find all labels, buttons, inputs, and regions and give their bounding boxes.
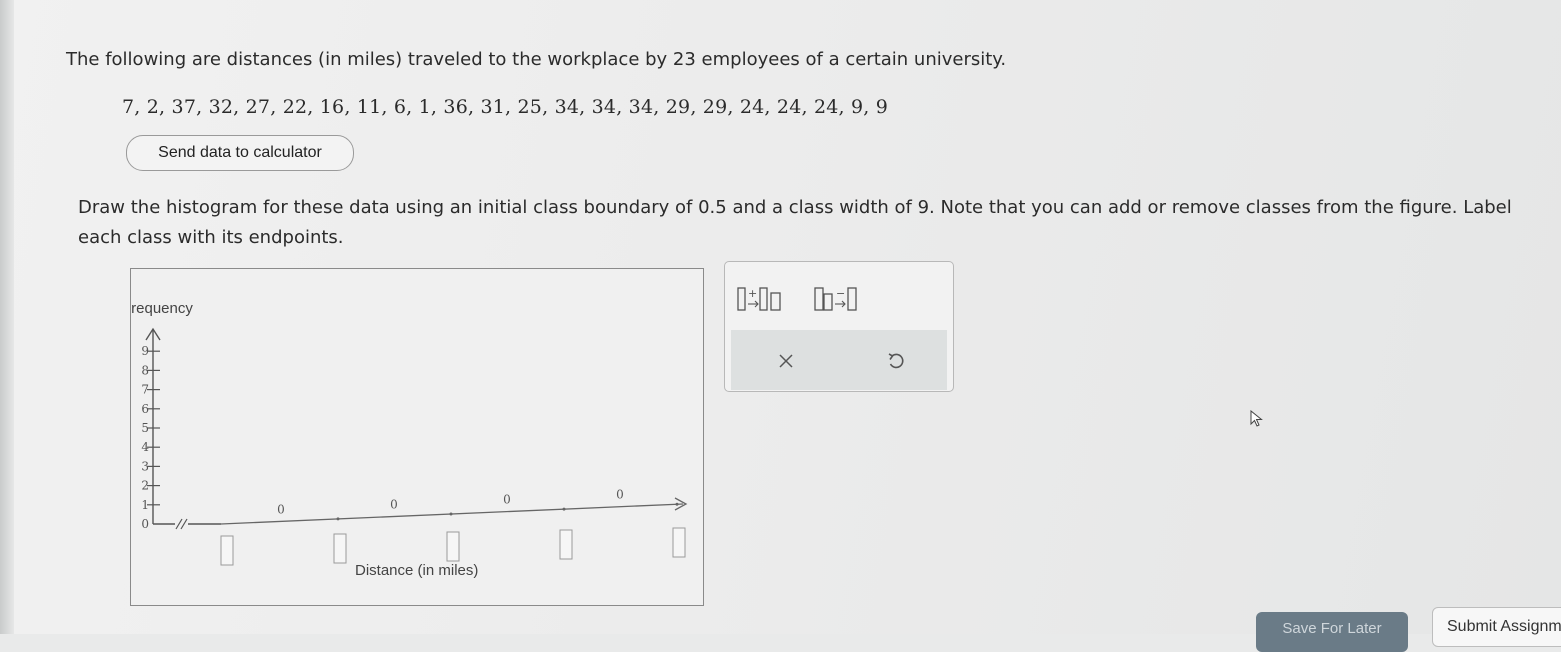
class-endpoint-input[interactable]	[333, 533, 347, 564]
y-ticks: 0 1 2 3 4 5 6 7 8 9	[141, 344, 160, 531]
add-class-icon: +	[737, 287, 781, 311]
class-boundary-point[interactable]	[336, 517, 340, 521]
undo-button[interactable]	[881, 346, 911, 376]
add-class-button[interactable]: +	[733, 284, 793, 316]
send-data-button[interactable]: Send data to calculator	[126, 135, 354, 171]
y-tick-label: 7	[141, 383, 149, 397]
y-tick-label: 9	[141, 344, 149, 358]
y-tick-label: 4	[141, 440, 149, 454]
remove-class-icon: −	[814, 287, 857, 311]
axis-break-2	[180, 518, 188, 530]
class-endpoint-input[interactable]	[220, 535, 234, 566]
axis-break-1	[175, 518, 183, 530]
question-intro: The following are distances (in miles) t…	[66, 49, 1007, 70]
undo-icon	[888, 353, 904, 369]
y-axis-label: Frequency	[131, 300, 193, 317]
y-tick-label: 2	[141, 479, 149, 493]
class-frequency-label[interactable]: 0	[390, 498, 398, 512]
class-frequency-label[interactable]: 0	[277, 502, 285, 516]
y-tick-label: 8	[141, 363, 149, 377]
y-tick-label: 0	[141, 517, 149, 531]
x-axis-label: Distance (in miles)	[355, 562, 478, 579]
svg-text:−: −	[836, 287, 845, 300]
x-axis	[153, 497, 688, 530]
remove-class-button[interactable]: −	[807, 284, 867, 316]
class-endpoint-input[interactable]	[672, 527, 686, 558]
data-values: 7, 2, 37, 32, 27, 22, 16, 11, 6, 1, 36, …	[122, 96, 889, 118]
histogram-canvas[interactable]: Frequency 0 1 2 3 4 5 6 7 8 9 0 0 0 0 Distance (in m…	[131, 269, 703, 605]
tools-footer	[731, 330, 947, 390]
class-bars[interactable]: 0 0 0 0	[277, 488, 679, 521]
save-for-later-button[interactable]: Save For Later	[1256, 612, 1408, 652]
y-tick-label: 3	[141, 459, 149, 473]
assignment-page: The following are distances (in miles) t…	[0, 0, 1561, 652]
close-icon	[779, 354, 793, 368]
class-frequency-label[interactable]: 0	[503, 493, 511, 507]
histogram-graph[interactable]: Frequency 0 1 2 3 4 5 6 7 8 9 0 0 0 0 Distance (in m…	[130, 268, 704, 606]
question-instructions: Draw the histogram for these data using …	[78, 197, 1512, 248]
class-endpoint-input[interactable]	[446, 531, 460, 562]
y-tick-label: 1	[141, 498, 149, 512]
left-shadow	[0, 0, 14, 634]
y-tick-label: 5	[141, 421, 149, 435]
mouse-cursor-icon	[1250, 410, 1263, 427]
class-endpoints[interactable]	[220, 527, 686, 566]
clear-button[interactable]	[771, 346, 801, 376]
class-boundary-point[interactable]	[562, 507, 566, 511]
class-endpoint-input[interactable]	[559, 529, 573, 560]
class-boundary-point[interactable]	[675, 502, 679, 506]
y-tick-label: 6	[141, 402, 149, 416]
svg-text:+: +	[748, 287, 757, 300]
graph-tools-panel: + −	[724, 261, 954, 392]
class-boundary-point[interactable]	[449, 512, 453, 516]
submit-assignment-button[interactable]: Submit Assignment	[1432, 607, 1561, 647]
class-frequency-label[interactable]: 0	[616, 488, 624, 502]
